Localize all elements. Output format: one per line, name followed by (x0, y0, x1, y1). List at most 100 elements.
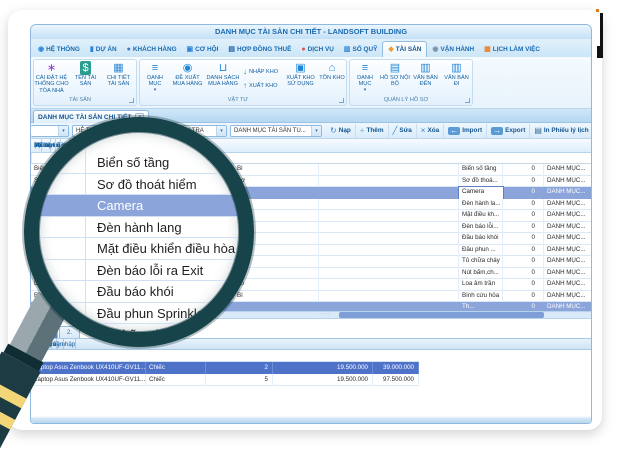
stock-out-usage-button[interactable]: ▣ XUẤT KHO SỬ DỤNG (283, 60, 318, 97)
cell-ma-he-thong: Bi (234, 164, 319, 176)
menu-tab[interactable]: ▮ DỰ ÁN (85, 41, 122, 57)
print-icon: ▤ (534, 125, 542, 135)
menu-tab-label: HỢP ĐỒNG THUÊ (237, 45, 292, 53)
orange-dot-artifact (596, 9, 599, 12)
asset-detail-button[interactable]: ▦ CHI TIẾT TÀI SẢN (102, 60, 135, 97)
ribbon-group-ho-so: ≡ DANH MỤC ▾ ▤ HỒ SƠ NỘI BỘ ▥ VĂN BẢN ĐẾ… (349, 59, 473, 106)
edit-icon: ╱ (392, 125, 398, 135)
filter-dropdown[interactable]: ▾ (31, 124, 69, 137)
stock-out-button[interactable]: ↑ XUẤT KHO (241, 80, 283, 91)
ribbon-group-vat-tu: ≡ DANH MỤC ▾ ◉ ĐỀ XUẤT MUA HÀNG ⊔ DANH S… (139, 59, 347, 106)
toolbar-button[interactable]: ← Import (443, 123, 486, 138)
calendar-icon: ▦ (484, 45, 491, 53)
filter-dropdown[interactable]: DANH MỤC TÀI SẢN TU... ▾ (230, 124, 322, 137)
toolbar-button[interactable]: + Thêm (354, 123, 388, 138)
building-system-settings-button[interactable]: ∗ CÀI ĐẶT HỆ THỐNG CHO TÒA NHÀ (34, 60, 69, 97)
cell-thong-so (319, 175, 459, 187)
toolbar-button-label: Import (462, 127, 483, 134)
cell-don-vi: Chiếc (146, 374, 206, 386)
purchase-list-button[interactable]: ⊔ DANH SÁCH MUA HÀNG (205, 60, 241, 97)
cell-so-luong: 0 (503, 290, 544, 302)
table-row[interactable]: Laptop Asus Zenbook UX410UF-GV11... Chiế… (31, 362, 419, 374)
cell-mo-ta: Sơ đồ thoá... (459, 175, 503, 187)
inventory-button[interactable]: ⌂ TỒN KHO (318, 60, 346, 97)
material-catalog-button[interactable]: ≡ DANH MỤC ▾ (140, 60, 170, 97)
cell-so-luong: 0 (503, 256, 544, 268)
filter-cell[interactable] (31, 153, 32, 164)
cell-thong-so (319, 233, 459, 245)
cell-thanh-tien: 39.000.000 (373, 362, 419, 374)
toolbar-button-label: In Phiếu lý lịch (543, 127, 589, 134)
typewriter-icon: ▤ (389, 62, 401, 74)
menu-tab[interactable]: ● KHÁCH HÀNG (122, 41, 182, 57)
bottom-grid-filter-row (31, 350, 419, 362)
cell-ma-he-thong: Lo (234, 279, 319, 291)
menu-tab[interactable]: ▦ LỊCH LÀM VIỆC (479, 41, 545, 57)
toolbar-button-label: Xóa (427, 127, 440, 134)
stock-in-button[interactable]: ↓ NHẬP KHO (241, 66, 283, 77)
cell-don-vi: Chiếc (146, 362, 206, 374)
internal-records-button[interactable]: ▤ HỒ SƠ NỘI BỘ (380, 60, 410, 97)
menu-tab[interactable]: ▤ HỢP ĐỒNG THUÊ (223, 41, 296, 57)
cell-mo-ta: Bình cứu hỏa (459, 290, 503, 302)
ribbon: ∗ CÀI ĐẶT HỆ THỐNG CHO TÒA NHÀ $ TÊN TÀI… (31, 57, 591, 109)
contract-icon: ▤ (228, 45, 236, 53)
import-icon: ← (448, 125, 461, 135)
toolbar-button[interactable]: → Export (486, 123, 529, 138)
toolbar-button[interactable]: ╱ Sửa (387, 123, 416, 138)
cell-mo-ta: Đèn hành la... (459, 198, 503, 210)
menu-tab[interactable]: ● DỊCH VỤ (296, 41, 339, 57)
table-row[interactable]: Laptop Asus Zenbook UX410UF-GV11... Chiế… (31, 374, 419, 386)
asset-name-button[interactable]: $ TÊN TÀI SẢN (69, 60, 102, 97)
window-title: DANH MỤC TÀI SẢN CHI TIẾT - LANDSOFT BUI… (214, 27, 408, 36)
incoming-document-button[interactable]: ▥ VĂN BẢN ĐẾN (410, 60, 441, 97)
purchase-request-button[interactable]: ◉ ĐỀ XUẤT MUA HÀNG (170, 60, 205, 97)
scrollbar-thumb[interactable] (339, 312, 544, 318)
chevron-down-icon: ▾ (311, 125, 321, 136)
dialog-launcher-icon[interactable] (465, 98, 470, 103)
cell-so-luong: 0 (503, 198, 544, 210)
asset-icon: ◆ (388, 46, 394, 53)
menu-tab[interactable]: ▥ SỔ QUỸ (339, 41, 382, 57)
outgoing-document-button[interactable]: ▥ VĂN BẢN ĐI (441, 60, 472, 97)
menu-tab[interactable]: ◉ HỆ THỐNG (33, 41, 85, 57)
window-bottom-strip (31, 416, 591, 423)
cell-so-luong-nhap: 2 (206, 362, 273, 374)
cell-so-luong: 0 (531, 188, 535, 195)
dialog-launcher-icon[interactable] (129, 98, 134, 103)
refresh-icon: ↻ (330, 125, 337, 135)
opportunity-icon: ▣ (186, 45, 194, 53)
column-header[interactable]: Tài sản (31, 139, 56, 153)
cell-vat-tu: Laptop Asus Zenbook UX410UF-GV11... (31, 362, 146, 374)
cell-so-luong: 0 (503, 210, 544, 222)
dialog-launcher-icon[interactable] (339, 98, 344, 103)
cell-tai-san: DANH MỤC... (544, 199, 591, 211)
menu-tab[interactable]: ◉ VẬN HÀNH (427, 41, 479, 57)
toolbar-button-label: Export (505, 127, 526, 134)
menu-tab[interactable]: ▣ CƠ HỘI (182, 41, 224, 57)
cell-so-luong: 0 (503, 175, 544, 187)
cell-thong-so (319, 187, 459, 199)
doc-out-icon: ▥ (451, 62, 462, 74)
customer-icon: ● (126, 45, 131, 53)
cell-thong-so (319, 256, 459, 268)
toolbar-button[interactable]: ↻ Nạp (326, 124, 355, 138)
menu-tab-bar: ◉ HỆ THỐNG ▮ DỰ ÁN ● KHÁCH HÀNG ▣ CƠ HỘI… (31, 39, 591, 57)
cell-mo-ta: Đèn báo lỗi... (459, 221, 503, 233)
toolbar-button[interactable]: × Xóa (415, 123, 443, 138)
cell-so-luong-nhap: 5 (206, 374, 273, 386)
cell-so-luong: 0 (503, 221, 544, 233)
toolbar-button[interactable]: ▤ In Phiếu lý lịch (529, 123, 591, 138)
records-catalog-button[interactable]: ≡ DANH MỤC ▾ (350, 60, 380, 97)
menu-tab[interactable]: ◆ TÀI SẢN (382, 41, 428, 57)
toolbar-button-label: Nạp (338, 127, 351, 134)
warehouse-in-icon: ↓ (243, 67, 247, 76)
export-icon: → (491, 125, 504, 135)
gears-icon: ∗ (46, 62, 57, 74)
cell-mo-ta: Đầu báo khói (459, 233, 503, 245)
ribbon-group-tai-san: ∗ CÀI ĐẶT HỆ THỐNG CHO TÒA NHÀ $ TÊN TÀI… (33, 59, 137, 106)
system-icon: ◉ (38, 45, 45, 53)
project-icon: ▮ (89, 45, 94, 53)
cell-mo-ta: Tủ chữa cháy (459, 256, 503, 268)
operation-icon: ◉ (432, 45, 439, 53)
